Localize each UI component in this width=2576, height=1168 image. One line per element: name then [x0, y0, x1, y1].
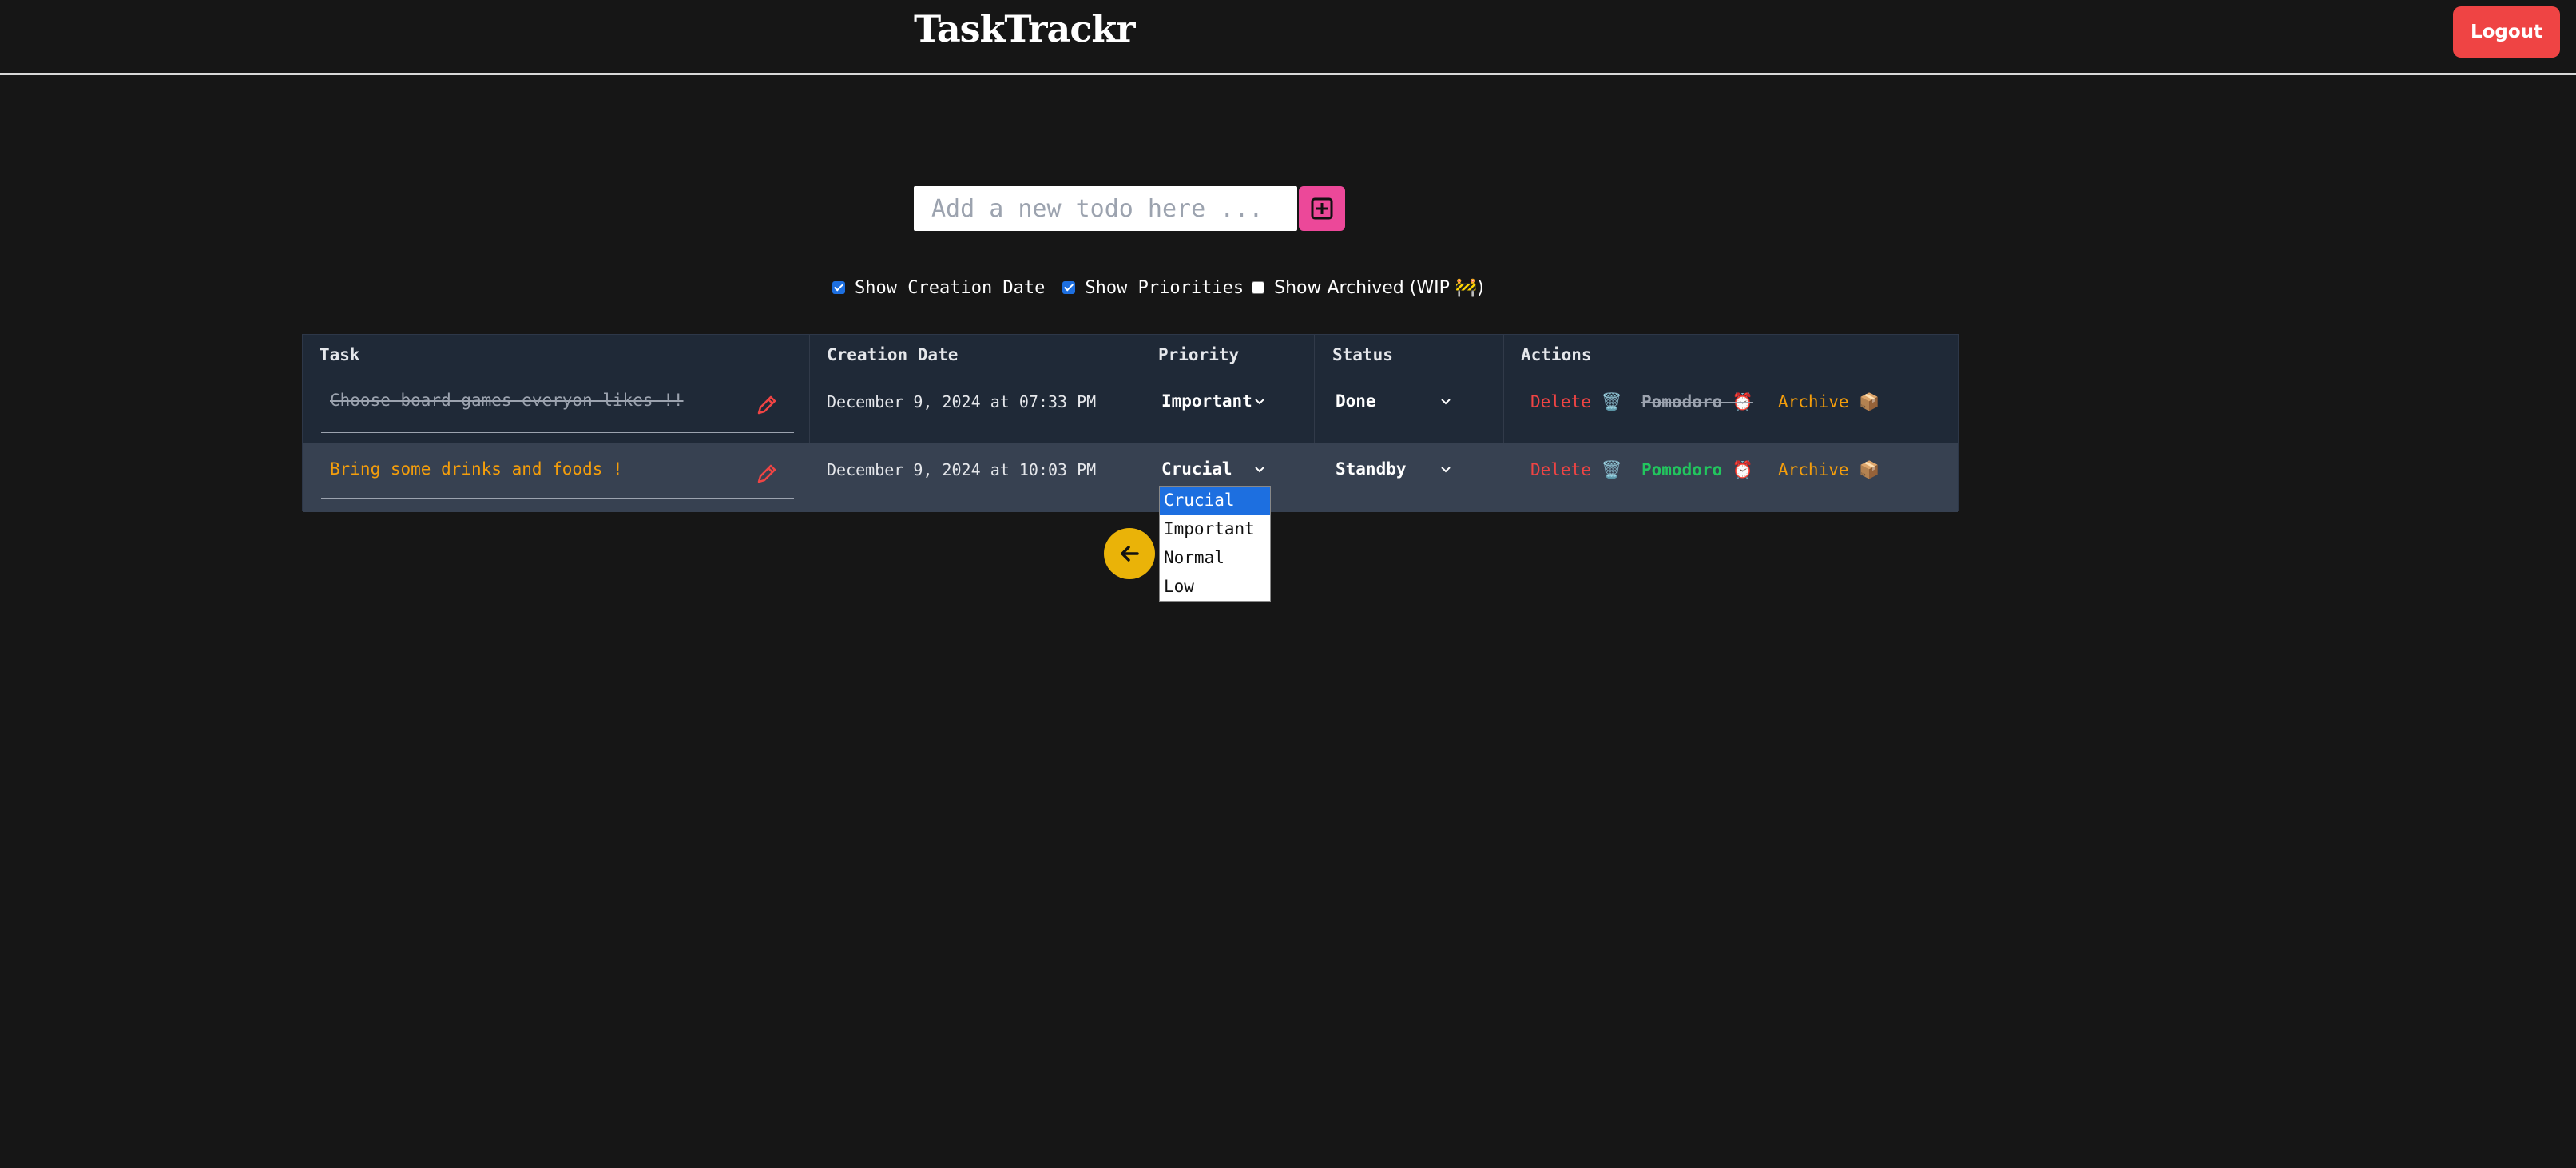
header-priority: Priority [1158, 345, 1240, 364]
status-select[interactable]: Standby [1336, 459, 1407, 479]
show-priorities-checkbox[interactable] [1062, 281, 1076, 294]
priority-dropdown-list: Crucial Important Normal Low [1159, 486, 1271, 602]
pencil-icon[interactable] [755, 462, 779, 486]
task-text[interactable]: Choose board games everyon likes !! [330, 391, 684, 410]
pomodoro-button[interactable]: Pomodoro ⏰ [1641, 392, 1753, 411]
header-task: Task [320, 345, 360, 364]
task-underline [321, 498, 794, 499]
chevron-down-icon [1441, 399, 1451, 405]
pomodoro-button[interactable]: Pomodoro ⏰ [1641, 460, 1753, 479]
priority-option-important[interactable]: Important [1160, 515, 1270, 544]
delete-button[interactable]: Delete 🗑️ [1530, 460, 1622, 479]
delete-button[interactable]: Delete 🗑️ [1530, 392, 1622, 411]
priority-select[interactable]: Important [1161, 391, 1252, 411]
plus-square-icon [1311, 197, 1333, 220]
archive-button[interactable]: Archive 📦 [1778, 460, 1879, 479]
header-status: Status [1332, 345, 1393, 364]
pencil-icon[interactable] [755, 393, 779, 417]
header-actions: Actions [1521, 345, 1592, 364]
task-text[interactable]: Bring some drinks and foods ! [330, 459, 623, 479]
show-priorities-label: Show Priorities [1085, 277, 1244, 298]
show-archived-option[interactable]: Show Archived (WIP 🚧) [1252, 278, 1484, 298]
show-creation-date-label: Show Creation Date [855, 277, 1046, 298]
column-divider [1503, 335, 1504, 443]
status-select[interactable]: Done [1336, 391, 1376, 411]
display-options: Show Creation Date Show Priorities Show … [832, 272, 1502, 304]
column-divider [809, 335, 810, 443]
priority-option-crucial[interactable]: Crucial [1160, 487, 1270, 515]
chevron-down-icon [1441, 467, 1451, 473]
new-todo-input[interactable] [914, 186, 1297, 231]
priority-option-normal[interactable]: Normal [1160, 544, 1270, 573]
creation-date: December 9, 2024 at 07:33 PM [827, 392, 1097, 411]
show-archived-label: Show Archived (WIP 🚧) [1274, 277, 1484, 298]
arrow-left-icon [1121, 546, 1139, 562]
table-header: Task Creation Date Priority Status Actio… [303, 335, 1958, 375]
chevron-down-icon [1255, 467, 1264, 473]
show-archived-checkbox[interactable] [1252, 281, 1265, 294]
creation-date: December 9, 2024 at 10:03 PM [827, 460, 1097, 479]
show-priorities-option[interactable]: Show Priorities [1062, 278, 1244, 298]
task-underline [321, 432, 794, 433]
chevron-down-icon [1255, 399, 1264, 405]
column-divider [1314, 335, 1315, 443]
header: TaskTrackr Logout [0, 0, 2576, 75]
show-creation-date-checkbox[interactable] [832, 281, 845, 294]
todo-table: Task Creation Date Priority Status Actio… [302, 334, 1959, 512]
header-creation-date: Creation Date [827, 345, 959, 364]
show-creation-date-option[interactable]: Show Creation Date [832, 278, 1045, 298]
add-todo-button[interactable] [1299, 186, 1345, 231]
logout-button[interactable]: Logout [2453, 6, 2560, 58]
app-title: TaskTrackr [914, 7, 1135, 50]
table-row: Choose board games everyon likes !! Dece… [303, 375, 1958, 443]
priority-option-low[interactable]: Low [1160, 573, 1270, 602]
back-button[interactable] [1104, 528, 1155, 579]
archive-button[interactable]: Archive 📦 [1778, 392, 1879, 411]
priority-select[interactable]: Crucial [1161, 459, 1232, 479]
table-row: Bring some drinks and foods ! December 9… [303, 443, 1958, 512]
